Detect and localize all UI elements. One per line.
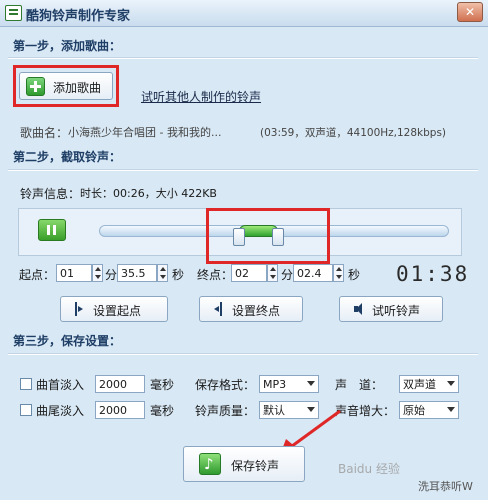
end-minute-spinner[interactable]: [267, 264, 278, 282]
minute-unit: 分: [281, 268, 294, 282]
second-unit: 秒: [348, 268, 361, 282]
preview-button[interactable]: 试听铃声: [339, 296, 443, 322]
fade-in-checkbox[interactable]: [20, 378, 32, 390]
app-icon: [5, 5, 22, 21]
end-second-input[interactable]: 02.4: [293, 264, 333, 282]
fade-out-label: 曲尾淡入: [36, 404, 85, 418]
set-end-button[interactable]: 设置终点: [199, 296, 303, 322]
save-ringtone-button[interactable]: ♪ 保存铃声: [183, 446, 305, 482]
save-ringtone-label: 保存铃声: [231, 459, 280, 473]
set-start-label: 设置起点: [93, 304, 142, 318]
fade-out-input[interactable]: 2000: [95, 401, 145, 419]
add-song-label: 添加歌曲: [53, 81, 102, 95]
step3-title: 第三步，保存设置：: [13, 334, 122, 348]
step2-title: 第二步，截取铃声：: [13, 150, 122, 164]
music-note-icon: ♪: [199, 453, 221, 475]
gain-select[interactable]: 原始: [399, 401, 459, 419]
fade-in-input[interactable]: 2000: [95, 375, 145, 393]
end-label: 终点：: [197, 268, 234, 282]
pause-button[interactable]: [38, 219, 66, 241]
others-ringtones-link[interactable]: 试听其他人制作的铃声: [141, 88, 261, 105]
set-end-icon: [214, 306, 219, 312]
preview-label: 试听铃声: [372, 304, 421, 318]
song-name-label: 歌曲名：: [20, 126, 69, 140]
format-select[interactable]: MP3: [259, 375, 319, 393]
watermark-author: 洗耳恭听W: [418, 480, 473, 493]
pause-icon: [47, 225, 50, 235]
end-second-spinner[interactable]: [333, 264, 344, 282]
plus-icon: [26, 77, 45, 96]
divider: [8, 353, 478, 355]
window-title: 酷狗铃声制作专家: [26, 9, 131, 24]
watermark-brand: Baidu 经验: [338, 462, 400, 476]
set-start-icon: [75, 302, 77, 316]
ms-unit: 毫秒: [150, 378, 175, 392]
gain-value: 原始: [403, 404, 425, 417]
set-end-label: 设置终点: [232, 304, 281, 318]
fade-out-checkbox[interactable]: [20, 404, 32, 416]
song-info: (03:59，双声道，44100Hz,128kbps): [260, 127, 447, 139]
fade-in-label: 曲首淡入: [36, 378, 85, 392]
minute-unit: 分: [105, 268, 118, 282]
ms-unit: 毫秒: [150, 404, 175, 418]
chevron-down-icon: [447, 407, 455, 412]
start-second-input[interactable]: 35.5: [117, 264, 157, 282]
channel-value: 双声道: [403, 378, 436, 391]
end-minute-input[interactable]: 02: [231, 264, 267, 282]
set-start-button[interactable]: 设置起点: [60, 296, 168, 322]
start-minute-input[interactable]: 01: [56, 264, 92, 282]
start-second-spinner[interactable]: [157, 264, 168, 282]
quality-label: 铃声质量：: [195, 404, 256, 418]
format-value: MP3: [263, 378, 287, 391]
highlight-box: [206, 208, 330, 264]
divider: [8, 169, 478, 171]
add-song-button[interactable]: 添加歌曲: [19, 72, 113, 100]
step1-title: 第一步，添加歌曲：: [13, 39, 122, 53]
chevron-down-icon: [447, 381, 455, 386]
format-label: 保存格式：: [195, 378, 256, 392]
start-label: 起点：: [19, 268, 56, 282]
channel-label: 声 道：: [335, 378, 384, 392]
ring-info-label: 铃声信息：: [20, 187, 81, 201]
second-unit: 秒: [172, 268, 185, 282]
close-button[interactable]: ✕: [457, 2, 483, 22]
divider: [8, 57, 478, 59]
channel-select[interactable]: 双声道: [399, 375, 459, 393]
song-name: 小海燕少年合唱团 - 我和我的...: [68, 126, 222, 139]
ring-info: 时长：00:26，大小 422KB: [80, 187, 217, 200]
start-minute-spinner[interactable]: [92, 264, 103, 282]
time-display: 01:38: [396, 262, 470, 286]
chevron-down-icon: [307, 381, 315, 386]
